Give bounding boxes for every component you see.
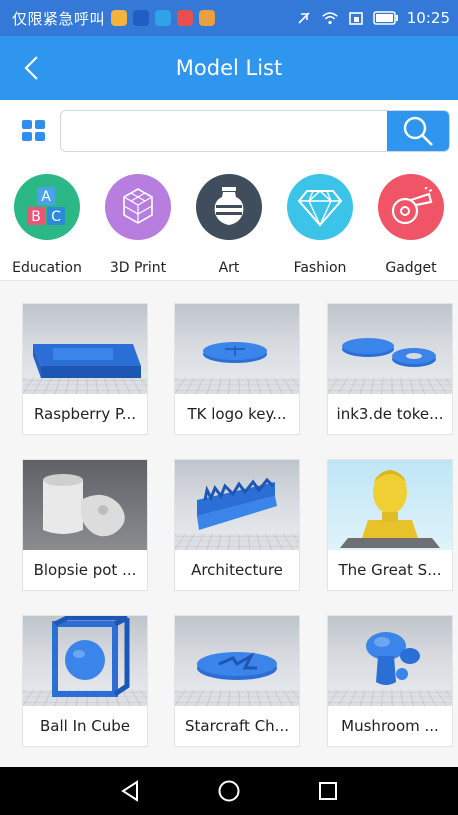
whistle-icon [378, 174, 444, 240]
notification-icon-1 [111, 10, 128, 26]
notification-icon-4 [177, 10, 194, 26]
model-card[interactable]: Mushroom ... [327, 615, 453, 747]
svg-text:B: B [31, 209, 41, 225]
model-thumbnail [328, 304, 452, 394]
category-education[interactable]: A B C Education [2, 168, 92, 278]
model-name: The Great S... [338, 561, 442, 579]
model-name: Architecture [191, 561, 283, 579]
model-thumbnail [328, 616, 452, 706]
circle-home-icon [218, 780, 240, 802]
model-thumbnail [23, 616, 147, 706]
category-label: 3D Print [109, 260, 167, 276]
abc-blocks-icon: A B C [14, 174, 80, 240]
model-card[interactable]: TK logo key... [174, 303, 300, 435]
grid-icon [22, 120, 45, 141]
svg-text:C: C [51, 209, 61, 225]
notification-icon-5 [199, 10, 216, 26]
model-thumbnail [175, 304, 299, 394]
grid-view-button[interactable] [20, 117, 48, 145]
category-label: Gadget [385, 260, 437, 276]
model-card[interactable]: Ball In Cube [22, 615, 148, 747]
svg-text:A: A [41, 189, 51, 205]
model-card[interactable]: Architecture [174, 459, 300, 591]
model-thumbnail [328, 460, 452, 550]
page-title: Model List [175, 56, 283, 80]
system-nav-bar [0, 767, 458, 815]
model-name: Mushroom ... [341, 717, 439, 735]
model-thumbnail [23, 304, 147, 394]
model-thumbnail [175, 460, 299, 550]
model-name: Starcraft Ch... [185, 717, 289, 735]
category-art[interactable]: Art [184, 168, 274, 278]
nav-back-button[interactable] [110, 771, 150, 811]
nav-home-button[interactable] [209, 771, 249, 811]
category-3d-print[interactable]: 3D Print [93, 168, 183, 278]
nav-recents-button[interactable] [308, 771, 348, 811]
model-card[interactable]: Blopsie pot ... [22, 459, 148, 591]
battery-icon [373, 10, 399, 26]
clock-time: 10:25 [406, 9, 450, 27]
back-button[interactable] [10, 46, 54, 90]
triangle-back-icon [120, 780, 138, 802]
search-input[interactable] [61, 111, 387, 151]
model-name: TK logo key... [187, 405, 287, 423]
status-bar: 仅限紧急呼叫 10:25 [0, 0, 458, 36]
search-box [60, 110, 450, 152]
mute-icon [295, 10, 313, 26]
wifi-icon [321, 10, 339, 26]
square-recents-icon [319, 782, 338, 800]
model-name: Ball In Cube [39, 717, 130, 735]
category-label: Fashion [293, 260, 347, 276]
model-name: ink3.de toke... [336, 405, 444, 423]
app-header: Model List [0, 36, 458, 100]
search-button[interactable] [387, 111, 449, 151]
category-label: Art [218, 260, 240, 276]
carrier-text: 仅限紧急呼叫 [12, 9, 106, 28]
search-icon [403, 116, 433, 146]
model-card[interactable]: Raspberry P... [22, 303, 148, 435]
chevron-left-icon [24, 56, 38, 80]
category-fashion[interactable]: Fashion [275, 168, 365, 278]
notification-icon-3 [155, 10, 172, 26]
model-thumbnail [175, 616, 299, 706]
sim-icon [347, 10, 365, 26]
category-bar: A B C Education 3D Print Art Fashion Gad… [0, 168, 458, 278]
model-grid: Raspberry P... TK logo key... ink3.de to… [0, 281, 458, 767]
category-label: Education [12, 260, 82, 276]
search-row [0, 100, 458, 162]
model-name: Blopsie pot ... [33, 561, 137, 579]
notification-icon-2 [133, 10, 150, 26]
vase-icon [196, 174, 262, 240]
diamond-icon [287, 174, 353, 240]
model-card[interactable]: ink3.de toke... [327, 303, 453, 435]
model-thumbnail [23, 460, 147, 550]
model-name: Raspberry P... [33, 405, 137, 423]
category-gadget[interactable]: Gadget [366, 168, 456, 278]
3d-print-icon [105, 174, 171, 240]
model-card[interactable]: Starcraft Ch... [174, 615, 300, 747]
model-card[interactable]: The Great S... [327, 459, 453, 591]
